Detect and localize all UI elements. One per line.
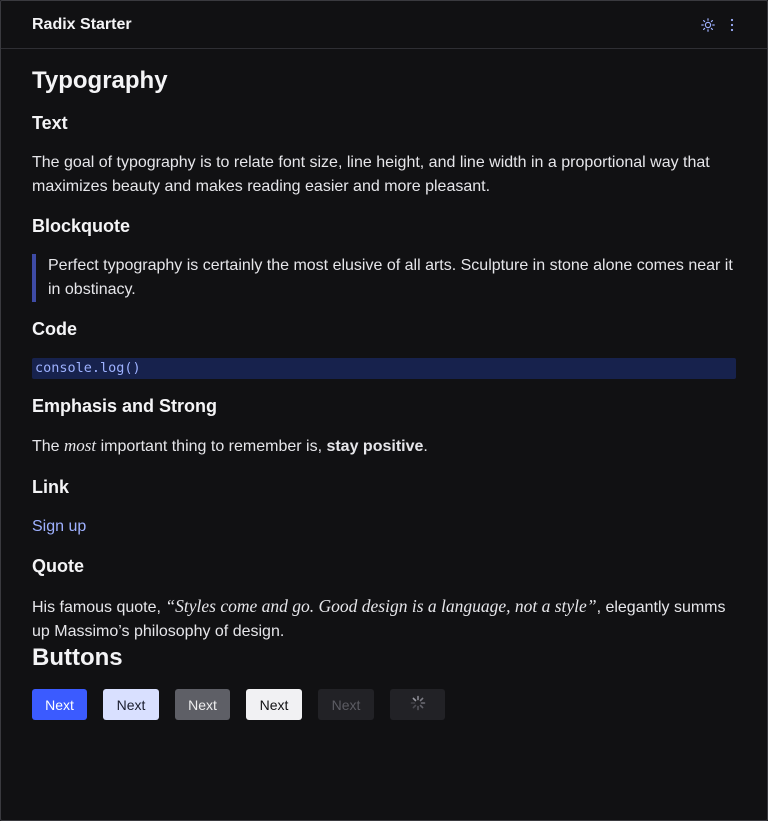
app-window: Radix Starter Typography Text The goal o… [0,0,768,821]
top-actions [701,17,739,33]
emphasis-text-middle: important thing to remember is, [96,438,327,455]
loading-button [390,689,445,720]
emphasis-strong: stay positive [326,438,424,455]
next-button-disabled: Next [318,689,374,720]
page-title: Typography [32,67,168,94]
next-button-soft[interactable]: Next [103,689,159,720]
emphasis-em: most [64,436,97,455]
emphasis-text-before: The [32,438,65,455]
code-snippet: console.log() [32,358,736,379]
quote-heading: Quote [32,556,84,576]
quote-paragraph: His famous quote, “Styles come and go. G… [32,594,736,644]
next-button-light[interactable]: Next [246,689,302,720]
text-heading: Text [32,113,68,133]
top-bar: Radix Starter [1,1,767,49]
inline-quote: “Styles come and go. Good design is a la… [165,596,597,616]
quote-text-before: His famous quote, [32,599,166,616]
code-heading: Code [32,319,77,339]
emphasis-heading: Emphasis and Strong [32,396,218,416]
blockquote: Perfect typography is certainly the most… [32,254,736,302]
blockquote-heading: Blockquote [32,216,131,236]
emphasis-text-after: . [423,438,428,455]
sign-up-link[interactable]: Sign up [32,515,86,539]
link-heading: Link [32,477,70,497]
buttons-heading: Buttons [32,644,123,671]
next-button-gray[interactable]: Next [175,689,230,720]
main-content: Typography Text The goal of typography i… [1,67,767,720]
spinner-icon [410,695,426,714]
sun-icon[interactable] [701,17,715,33]
button-row: Next Next Next Next Next [32,689,736,720]
next-button-solid[interactable]: Next [32,689,87,720]
app-title: Radix Starter [32,15,132,33]
emphasis-paragraph: The most important thing to remember is,… [32,434,736,459]
vertical-dots-icon[interactable] [725,17,739,33]
text-body: The goal of typography is to relate font… [32,154,710,195]
